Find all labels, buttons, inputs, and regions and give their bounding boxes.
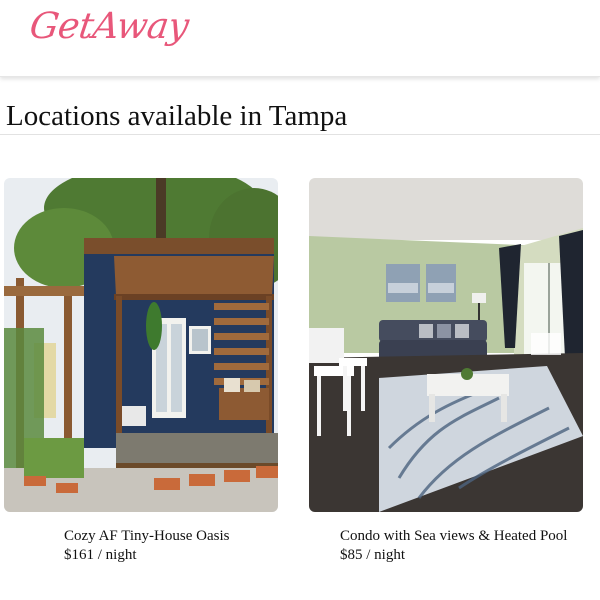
- listing-photo-tiny-house[interactable]: [4, 178, 278, 512]
- listing-name[interactable]: Condo with Sea views & Heated Pool: [340, 528, 567, 545]
- listing-photo-condo[interactable]: [309, 178, 583, 512]
- listing-card[interactable]: Condo with Sea views & Heated Pool $85 /…: [309, 178, 585, 563]
- getaway-logo[interactable]: GetAway: [27, 6, 191, 47]
- listing-price: $85 / night: [340, 547, 406, 563]
- title-divider: [0, 134, 600, 135]
- listing-name[interactable]: Cozy AF Tiny-House Oasis: [64, 528, 229, 545]
- listing-price: $161 / night: [64, 547, 137, 563]
- page-title: Locations available in Tampa: [6, 100, 348, 132]
- listing-card[interactable]: Cozy AF Tiny-House Oasis $161 / night: [4, 178, 280, 563]
- site-header: GetAway: [0, 0, 600, 77]
